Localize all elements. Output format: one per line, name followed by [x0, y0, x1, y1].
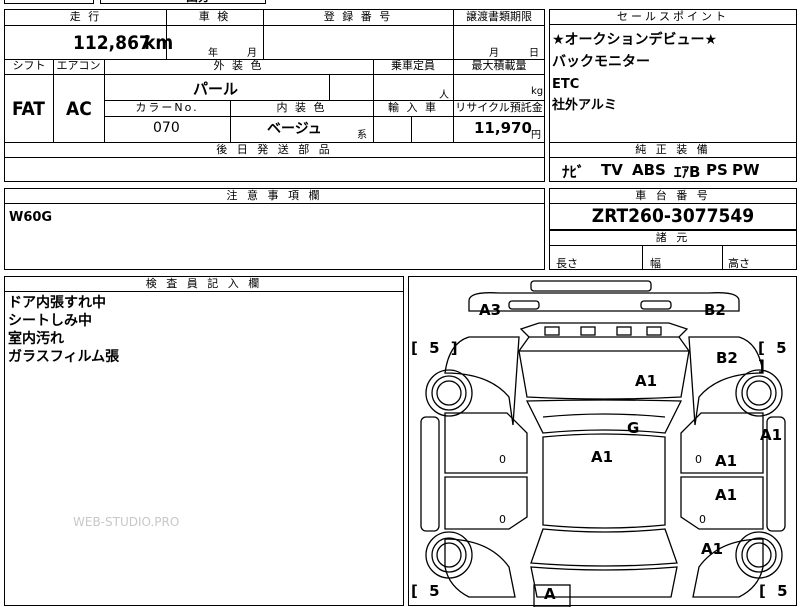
damage-mark-a1-front-right-door: A1: [715, 452, 738, 470]
sales-point-item: ETC: [552, 77, 580, 92]
inspector-note: ドア内張すれ中: [8, 295, 106, 311]
shaken-year-unit: 年: [208, 48, 218, 59]
damage-mark-a1-rear-right-fender: A1: [701, 540, 724, 558]
dimensions-header: 諸 元: [550, 231, 796, 246]
chassis-number: ZRT260-3077549: [591, 205, 755, 227]
recycle-fee-header: リサイクル預託金: [455, 101, 543, 114]
door-handle-mark: 0: [499, 453, 506, 466]
recycle-fee-value: 11,970: [474, 119, 532, 137]
door-handle-mark: 0: [695, 453, 702, 466]
mileage-unit: km: [144, 32, 174, 54]
damage-diagram: [ 5 ] [ 5 ] [ 5 [ 5 A3 B2 B2 A1 A1 G A1 …: [408, 276, 797, 607]
capacity-header: 乗車定員: [391, 59, 435, 72]
tire-bracket-bottom-left: [ 5: [411, 582, 443, 600]
interior-color-value: ベージュ: [267, 121, 322, 137]
height-label: 高さ: [728, 257, 750, 270]
color-number-header: カラーNo.: [135, 101, 199, 114]
shaken-header: 車 検: [198, 10, 231, 23]
equipment-item-pw: PW: [732, 161, 760, 179]
caution-header: 注 意 事 項 欄: [5, 189, 544, 204]
max-load-unit: kg: [531, 86, 544, 97]
sales-point-item: バックモニター: [552, 54, 650, 70]
registration-header: 登 録 番 号: [323, 10, 393, 23]
equipment-item-navi: ﾅﾋﾞ: [562, 163, 585, 181]
equipment-item-ps: PS: [706, 161, 728, 179]
ac-header: エアコン: [56, 59, 101, 72]
door-handle-mark: 0: [499, 513, 506, 526]
deadline-day-unit: 日: [529, 48, 539, 59]
damage-mark-a1-rear-right-door: A1: [715, 486, 738, 504]
damage-mark-a1-hood: A1: [635, 372, 658, 390]
inspector-note: 室内汚れ: [8, 331, 64, 347]
car-outline-diagram: [420, 280, 786, 607]
inspector-note: ガラスフィルム張: [8, 349, 120, 365]
top-stub-left: [4, 0, 94, 4]
ac-value: AC: [66, 98, 92, 120]
width-label: 幅: [650, 257, 661, 270]
damage-mark-a-rear: A: [544, 585, 556, 603]
damage-mark-a1-right-sill: A1: [760, 426, 783, 444]
tire-bracket-top-left: [ 5 ]: [411, 339, 461, 357]
equipment-section: 純 正 装 備 ﾅﾋﾞ TV ABS ｴｱB PS PW: [549, 142, 797, 182]
inspector-header: 検 査 員 記 入 欄: [5, 277, 403, 292]
sales-point-item: ★オークションデビュー★: [552, 32, 718, 48]
tire-bracket-top-right: [ 5 ]: [758, 339, 790, 375]
later-parts-header: 後 日 発 送 部 品: [5, 143, 544, 158]
tire-bracket-bottom-right: [ 5: [759, 582, 791, 600]
length-label: 長さ: [556, 257, 578, 270]
sales-points-header: セールスポイント: [550, 10, 796, 25]
chassis-section: 車 台 番 号 ZRT260-3077549: [549, 188, 797, 230]
mileage-value: 112,867: [73, 32, 151, 54]
damage-mark-g-windshield: G: [627, 419, 640, 437]
equipment-header: 純 正 装 備: [550, 143, 796, 158]
damage-mark-b2-fender-right: B2: [716, 349, 738, 367]
shaken-month-unit: 月: [247, 48, 257, 59]
interior-color-header: 内 装 色: [276, 101, 327, 114]
caution-section: 注 意 事 項 欄 W60G: [4, 188, 545, 270]
capacity-unit: 人: [439, 90, 449, 101]
mileage-header: 走 行: [69, 10, 102, 23]
inspector-note: シートしみ中: [8, 313, 92, 329]
equipment-item-abs: ABS: [632, 161, 666, 179]
top-stub-mid: 田分: [100, 0, 266, 4]
damage-mark-b2-front-right: B2: [704, 301, 726, 319]
top-stub-text: 田分: [186, 0, 210, 5]
shift-value: FAT: [12, 98, 45, 120]
damage-mark-a3-front-left: A3: [479, 301, 502, 319]
exterior-color-value: パール: [193, 80, 239, 98]
deadline-month-unit: 月: [489, 48, 499, 59]
equipment-item-tv: TV: [601, 161, 623, 179]
shift-header: シフト: [12, 59, 46, 72]
sales-points-section: セールスポイント ★オークションデビュー★ バックモニター ETC 社外アルミ: [549, 9, 797, 143]
import-header: 輸 入 車: [388, 101, 438, 114]
document-deadline-header: 譲渡書類期限: [466, 10, 532, 23]
interior-color-unit: 系: [357, 130, 367, 141]
watermark: WEB-STUDIO.PRO: [73, 515, 180, 529]
vehicle-info-table: 走 行 車 検 登 録 番 号 譲渡書類期限 112,867 km 年 月 月 …: [4, 9, 545, 143]
dimensions-section: 諸 元 長さ 幅 高さ: [549, 230, 797, 270]
caution-value: W60G: [9, 210, 53, 225]
later-parts-section: 後 日 発 送 部 品: [4, 142, 545, 182]
equipment-item-airbag: ｴｱB: [674, 163, 701, 181]
exterior-color-header: 外 装 色: [213, 59, 264, 72]
sales-point-item: 社外アルミ: [552, 98, 617, 113]
door-handle-mark: 0: [699, 513, 706, 526]
color-number-value: 070: [153, 120, 180, 136]
damage-mark-a1-roof: A1: [591, 448, 614, 466]
inspector-section: 検 査 員 記 入 欄 ドア内張すれ中 シートしみ中 室内汚れ ガラスフィルム張…: [4, 276, 404, 606]
chassis-header: 車 台 番 号: [550, 189, 796, 204]
recycle-fee-unit: 円: [531, 130, 541, 141]
max-load-header: 最大積載量: [471, 59, 527, 72]
